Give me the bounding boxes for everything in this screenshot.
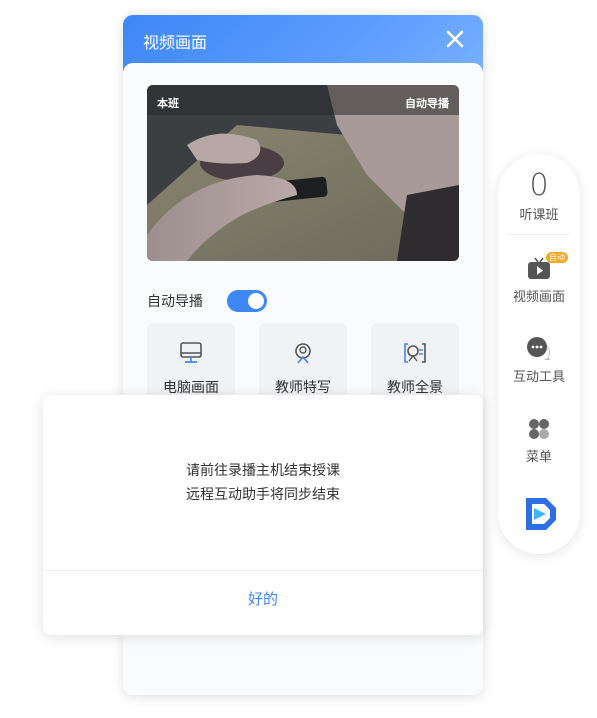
close-icon[interactable] bbox=[443, 27, 467, 51]
auto-badge: 自动 bbox=[546, 252, 568, 263]
sidebar-divider bbox=[508, 234, 570, 235]
dialog-message-line2: 远程互动助手将同步结束 bbox=[186, 487, 340, 503]
sidebar-item-menu[interactable]: 菜单 bbox=[498, 416, 580, 476]
sidebar-item-interactive-tools[interactable]: 互动工具 bbox=[498, 336, 580, 396]
video-preview[interactable]: 本班 自动导播 bbox=[147, 85, 459, 261]
sidebar-item-label: 菜单 bbox=[525, 450, 552, 465]
tile-label: 电脑画面 bbox=[163, 380, 219, 396]
monitor-icon bbox=[180, 342, 202, 363]
dialog-message: 请前往录播主机结束授课 远程互动助手将同步结束 bbox=[43, 459, 483, 507]
dialog-message-line1: 请前往录播主机结束授课 bbox=[186, 463, 340, 479]
video-frame-image bbox=[147, 85, 459, 261]
video-mode-tag: 自动导播 bbox=[405, 97, 449, 110]
toggle-knob bbox=[248, 293, 264, 309]
ok-button[interactable]: 好的 bbox=[43, 571, 483, 635]
sidebar-item-video[interactable]: 自动 视频画面 bbox=[498, 252, 580, 316]
right-sidebar: 0 听课班 自动 视频画面 互动工具 菜单 bbox=[498, 154, 580, 554]
sidebar-item-label: 视频画面 bbox=[512, 290, 565, 305]
teacher-closeup-icon bbox=[295, 343, 311, 364]
panel-title: 视频画面 bbox=[143, 33, 208, 52]
menu-grid-icon bbox=[529, 419, 549, 439]
sidebar-item-label: 互动工具 bbox=[512, 370, 565, 385]
auto-director-label: 自动导播 bbox=[147, 294, 203, 310]
tile-label: 教师全景 bbox=[387, 380, 443, 396]
auto-director-toggle[interactable] bbox=[227, 290, 267, 312]
app-logo-icon[interactable] bbox=[520, 494, 560, 534]
teacher-panorama-icon bbox=[404, 343, 426, 363]
end-class-dialog: 请前往录播主机结束授课 远程互动助手将同步结束 好的 bbox=[43, 395, 483, 635]
listener-count: 0 bbox=[529, 168, 549, 203]
chat-bubble-icon bbox=[527, 337, 550, 360]
listener-label: 听课班 bbox=[519, 208, 559, 223]
tile-label: 教师特写 bbox=[275, 380, 331, 396]
video-class-tag: 本班 bbox=[157, 97, 179, 110]
